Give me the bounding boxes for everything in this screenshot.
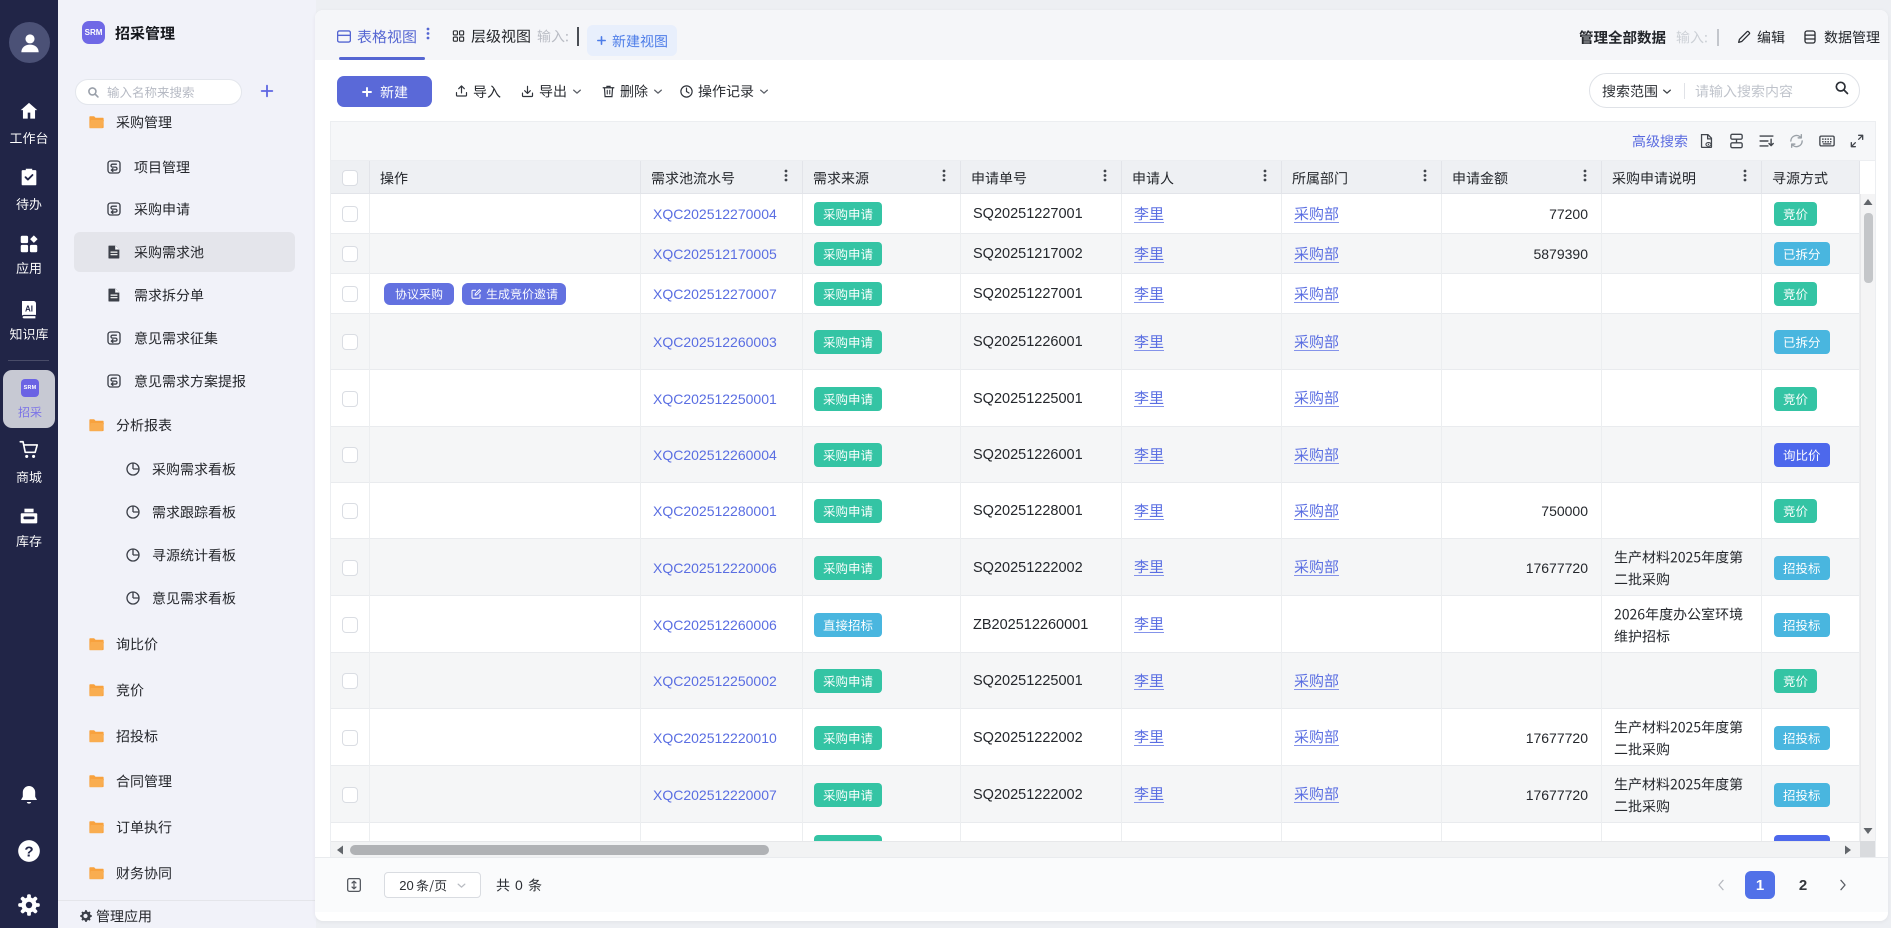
svg-text:?: ? <box>24 843 33 860</box>
svg-text:AI: AI <box>25 305 33 314</box>
